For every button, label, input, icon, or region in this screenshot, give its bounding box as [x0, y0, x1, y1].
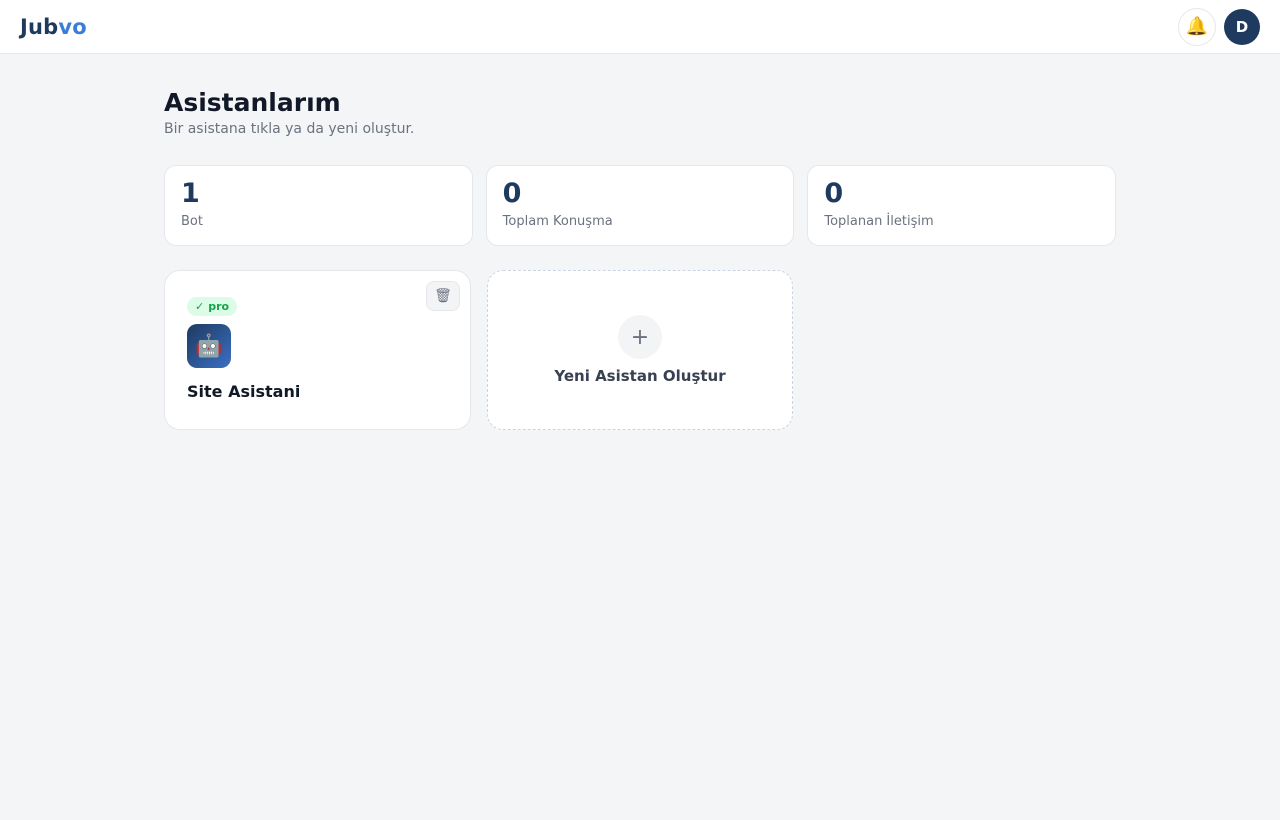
logo-part-2: vo [58, 14, 87, 39]
user-avatar[interactable]: D [1224, 8, 1260, 45]
page-title: Asistanlarım [164, 88, 341, 117]
stat-value: 1 [181, 178, 200, 209]
bot-card[interactable]: 🗑 ✓ pro 🤖 Site Asistani [164, 270, 471, 430]
stat-value: 0 [502, 178, 522, 209]
delete-bot-button[interactable]: 🗑 [426, 281, 460, 311]
plus-icon: + [618, 315, 662, 359]
trash-icon: 🗑 [434, 288, 452, 304]
robot-icon: 🤖 [195, 333, 223, 359]
main-content: Asistanlarım Bir asistana tıkla ya da ye… [164, 88, 1117, 430]
check-icon: ✓ [195, 300, 205, 313]
stats-row: 1 Bot 0 Toplam Konuşma 0 Toplanan İletiş… [164, 165, 1117, 246]
stat-card-contacts: 0 Toplanan İletişim [807, 165, 1117, 246]
stat-card-bots: 1 Bot [164, 165, 473, 246]
plan-badge-label: pro [208, 300, 230, 313]
page-subtitle: Bir asistana tıkla ya da yeni oluştur. [164, 121, 415, 137]
bot-cards: 🗑 ✓ pro 🤖 Site Asistani + Yeni Asistan O… [164, 270, 1116, 430]
new-assistant-button[interactable]: + Yeni Asistan Oluştur [487, 270, 793, 430]
stat-value: 0 [824, 178, 844, 209]
stat-label: Bot [181, 214, 203, 229]
logo-part-1: Jub [20, 14, 59, 39]
stat-card-conversations: 0 Toplam Konuşma [485, 165, 795, 246]
top-actions: 🔔 D [1178, 7, 1260, 46]
bell-icon: 🔔 [1185, 16, 1209, 37]
bot-name: Site Asistani [187, 382, 301, 401]
logo[interactable]: Jubvo [20, 15, 87, 39]
stat-label: Toplam Konuşma [502, 214, 613, 229]
plan-badge: ✓ pro [187, 297, 238, 316]
new-assistant-label: Yeni Asistan Oluştur [554, 367, 726, 385]
stat-label: Toplanan İletişim [824, 214, 934, 229]
notifications-button[interactable]: 🔔 [1178, 7, 1216, 46]
bot-avatar: 🤖 [187, 324, 231, 368]
top-bar: Jubvo 🔔 D [0, 0, 1280, 54]
